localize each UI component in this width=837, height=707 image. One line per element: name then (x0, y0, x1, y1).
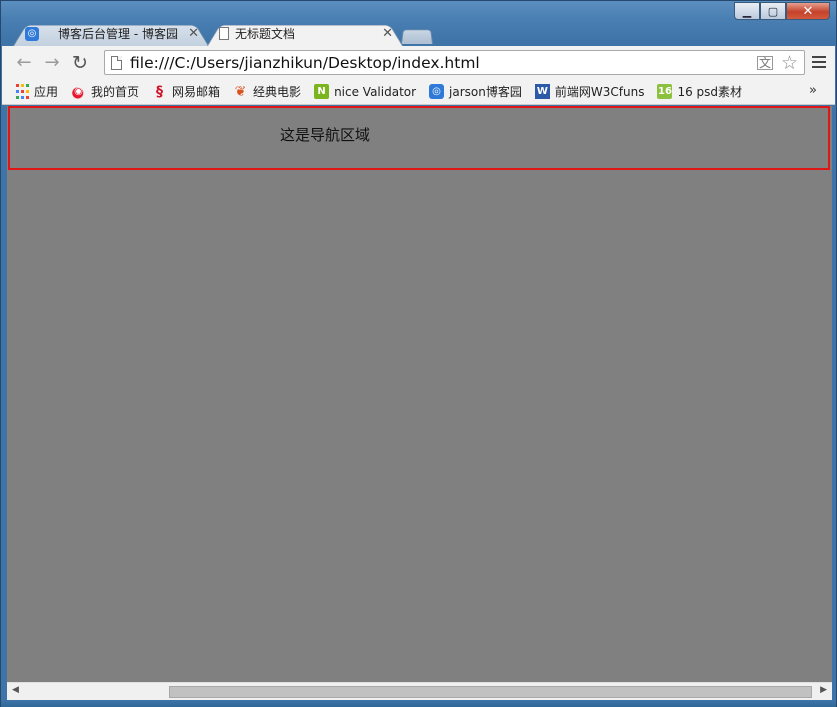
page-viewport: 这是导航区域 (7, 106, 832, 682)
maximize-button[interactable]: ▢ (760, 2, 786, 20)
address-bar[interactable]: file:///C:/Users/jianzhikun/Desktop/inde… (104, 50, 805, 75)
close-window-button[interactable]: ✕ (786, 2, 830, 20)
minimize-button[interactable]: ▁ (734, 2, 760, 20)
back-arrow-icon: ← (16, 52, 32, 73)
tab-untitled-document[interactable]: 无标题文档 ✕ (207, 21, 403, 46)
new-tab-button[interactable] (401, 27, 433, 44)
bookmark-label: 网易邮箱 (172, 85, 221, 99)
close-tab-icon[interactable]: ✕ (188, 26, 199, 41)
bookmark-my-homepage[interactable]: ◉ 我的首页 (71, 83, 139, 100)
bookmark-label: 经典电影 (253, 85, 302, 99)
apps-icon (16, 84, 29, 99)
bookmark-label: 16 psd素材 (677, 85, 743, 99)
window-controls: ▁ ▢ ✕ (734, 2, 830, 21)
bookmark-label: jarson博客园 (449, 85, 522, 99)
leaf-icon: ❦ (234, 83, 247, 100)
psd-icon: 16 (657, 84, 673, 99)
tab-label: 博客后台管理 - 博客园 (58, 27, 178, 41)
bookmark-jarson-cnblogs[interactable]: ◎ jarson博客园 (429, 83, 522, 100)
scroll-right-icon[interactable]: ▶ (820, 685, 827, 695)
nav-region-text: 这是导航区域 (280, 126, 371, 144)
netease-mail-icon: § (156, 83, 164, 100)
weibo-icon: ◉ (71, 84, 87, 99)
nav-region: 这是导航区域 (8, 106, 830, 170)
bookmarks-bar: 应用 ◉ 我的首页 § 网易邮箱 ❦ 经典电影 N nice Validator… (2, 79, 835, 105)
chrome-menu-icon[interactable] (812, 56, 826, 68)
scrollbar-thumb[interactable] (169, 686, 812, 698)
nice-icon: N (314, 84, 330, 99)
browser-toolbar: ← → ↻ file:///C:/Users/jianzhikun/Deskto… (2, 46, 835, 79)
reload-button[interactable]: ↻ (66, 49, 94, 77)
scroll-left-icon[interactable]: ◀ (12, 685, 19, 695)
bookmark-label: nice Validator (334, 84, 417, 99)
page-icon (219, 27, 229, 40)
browser-window: ▁ ▢ ✕ ◎ 博客后台管理 - 博客园 ✕ 无标题文档 ✕ ← → ↻ fil… (0, 0, 837, 707)
reload-icon: ↻ (72, 51, 88, 74)
url-text[interactable]: file:///C:/Users/jianzhikun/Desktop/inde… (130, 54, 757, 72)
window-bottom-frame (1, 700, 836, 707)
bookmark-netease-mail[interactable]: § 网易邮箱 (152, 83, 220, 100)
tab-strip: ◎ 博客后台管理 - 博客园 ✕ 无标题文档 ✕ (1, 21, 836, 46)
forward-button[interactable]: → (38, 49, 66, 77)
page-icon (111, 55, 122, 70)
bookmark-label: 我的首页 (91, 85, 140, 99)
tab-label: 无标题文档 (235, 27, 296, 41)
tab-blog-admin[interactable]: ◎ 博客后台管理 - 博客园 ✕ (13, 21, 209, 46)
forward-arrow-icon: → (44, 52, 60, 73)
bookmark-16-psd[interactable]: 16 16 psd素材 (657, 83, 742, 100)
w3cfuns-icon: W (534, 84, 550, 99)
bookmark-apps[interactable]: 应用 (16, 83, 58, 100)
bookmark-label: 前端网W3Cfuns (554, 85, 645, 99)
horizontal-scrollbar[interactable]: ◀ ▶ (7, 682, 832, 700)
bookmark-label: 应用 (34, 85, 59, 99)
cnblogs-icon: ◎ (25, 26, 39, 41)
cnblogs-icon: ◎ (429, 84, 445, 99)
back-button[interactable]: ← (10, 49, 38, 77)
translate-icon[interactable]: 文 (756, 55, 773, 70)
more-bookmarks-chevron-icon[interactable]: » (809, 83, 817, 98)
bookmark-w3cfuns[interactable]: W 前端网W3Cfuns (534, 83, 645, 100)
bookmark-nice-validator[interactable]: N nice Validator (314, 84, 416, 99)
close-tab-icon[interactable]: ✕ (382, 26, 393, 41)
bookmark-classic-movies[interactable]: ❦ 经典电影 (233, 83, 301, 100)
bookmark-star-icon[interactable]: ☆ (781, 53, 798, 72)
